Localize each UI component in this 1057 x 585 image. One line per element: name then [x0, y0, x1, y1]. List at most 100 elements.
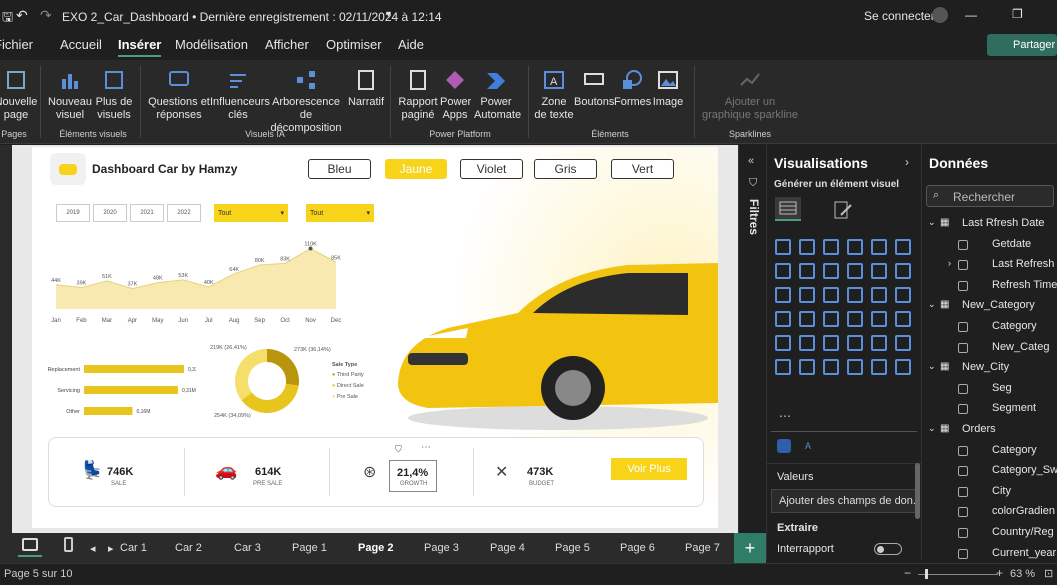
fit-page-icon[interactable]: ⊡: [1044, 567, 1053, 580]
color-button-violet[interactable]: Violet: [460, 159, 523, 179]
azure-map-visual-icon[interactable]: [823, 311, 839, 327]
card-visual-icon[interactable]: [871, 311, 887, 327]
page-tab-3[interactable]: Car 3: [234, 542, 261, 554]
more-visuals-button[interactable]: Plus de visuels: [92, 68, 136, 122]
filled-map-visual-icon[interactable]: [799, 311, 815, 327]
redo-icon[interactable]: ↷: [40, 7, 52, 24]
ribbon-visual-icon[interactable]: [847, 263, 863, 279]
key-influencers-visual-icon[interactable]: [895, 335, 911, 351]
buttons-button[interactable]: Boutons: [574, 68, 614, 109]
python-visual-icon[interactable]: [871, 335, 887, 351]
zoom-slider[interactable]: [918, 574, 998, 575]
line-stacked-visual-icon[interactable]: [799, 287, 815, 303]
line-column-visual-icon[interactable]: [775, 287, 791, 303]
scrollbar[interactable]: [915, 463, 920, 519]
chevron-right-icon[interactable]: ›: [905, 155, 909, 169]
100-bar-visual-icon[interactable]: [871, 239, 887, 255]
data-table[interactable]: Orders: [962, 423, 996, 435]
page-tab-9[interactable]: Page 6: [620, 542, 655, 554]
color-button-bleu[interactable]: Bleu: [308, 159, 371, 179]
data-field[interactable]: Current_year: [992, 547, 1056, 559]
narrative-button[interactable]: Narratif: [346, 68, 386, 109]
kpi-visual-icon[interactable]: [895, 311, 911, 327]
area-visual-icon[interactable]: [799, 263, 815, 279]
field-checkbox[interactable]: [958, 260, 968, 271]
gauge-visual-icon[interactable]: [847, 311, 863, 327]
expand-chevron-icon[interactable]: ›: [948, 258, 951, 268]
filter-icon[interactable]: ⛉: [395, 444, 402, 455]
color-button-jaune[interactable]: Jaune: [385, 159, 447, 179]
add-fields-well[interactable]: Ajouter des champs de don...: [771, 489, 917, 513]
data-field[interactable]: Category: [992, 444, 1037, 456]
restore-icon[interactable]: ❐: [1012, 7, 1023, 21]
zoom-in-icon[interactable]: +: [996, 566, 1003, 580]
more-options-icon[interactable]: ⋯: [421, 442, 431, 453]
clustered-column-visual-icon[interactable]: [847, 239, 863, 255]
data-search-box[interactable]: ⌕ Rechercher: [926, 185, 1054, 207]
field-checkbox[interactable]: [958, 322, 968, 332]
more-visuals-icon[interactable]: ⋯: [779, 409, 791, 423]
data-field[interactable]: Category_Sw: [992, 464, 1057, 476]
color-button-vert[interactable]: Vert: [611, 159, 674, 179]
paginated-report-button[interactable]: Rapport paginé: [396, 68, 440, 122]
field-checkbox[interactable]: [958, 528, 968, 538]
data-field[interactable]: City: [992, 485, 1011, 497]
decomposition-tree-button[interactable]: Arborescence de décomposition: [266, 68, 346, 135]
zoom-out-icon[interactable]: −: [904, 566, 911, 580]
qna-button[interactable]: Questions et réponses: [148, 68, 210, 122]
undo-icon[interactable]: ↶: [16, 7, 28, 24]
field-checkbox[interactable]: [958, 507, 968, 518]
minimize-icon[interactable]: —: [965, 8, 977, 22]
user-avatar-icon[interactable]: [932, 7, 948, 23]
treemap-visual-icon[interactable]: [895, 287, 911, 303]
year-slicer-2021[interactable]: 2021: [130, 204, 164, 222]
data-field[interactable]: New_Categ: [992, 341, 1049, 353]
field-checkbox[interactable]: [958, 466, 968, 477]
data-field[interactable]: Refresh Time: [992, 279, 1057, 291]
field-checkbox[interactable]: [958, 548, 968, 559]
data-table[interactable]: New_Category: [962, 299, 1035, 311]
table-visual-icon[interactable]: [799, 335, 815, 351]
map-visual-icon[interactable]: [775, 311, 791, 327]
field-checkbox[interactable]: [958, 486, 968, 497]
menu-modelisation[interactable]: Modélisation: [175, 37, 248, 52]
paginated-visual-icon[interactable]: [871, 359, 887, 375]
menu-optimiser[interactable]: Optimiser: [326, 37, 382, 52]
page-tab-6[interactable]: Page 3: [424, 542, 459, 554]
share-button[interactable]: Partager: [987, 34, 1057, 56]
waterfall-visual-icon[interactable]: [871, 263, 887, 279]
field-checkbox[interactable]: [958, 445, 968, 456]
data-field[interactable]: Segment: [992, 402, 1036, 414]
menu-aide[interactable]: Aide: [398, 37, 424, 52]
data-field[interactable]: Seg: [992, 382, 1012, 394]
page-tab-10[interactable]: Page 7: [685, 542, 720, 554]
funnel-visual-icon[interactable]: [895, 263, 911, 279]
page-tab-1[interactable]: Car 1: [120, 542, 147, 554]
power-automate-button[interactable]: Power Automate: [474, 68, 521, 122]
field-checkbox[interactable]: [958, 383, 968, 394]
year-slicer-2019[interactable]: 2019: [56, 204, 90, 222]
data-table[interactable]: New_City: [962, 361, 1009, 373]
new-visual-button[interactable]: Nouveau visuel: [48, 68, 92, 122]
add-sparkline-button[interactable]: Ajouter un graphique sparkline: [700, 68, 800, 122]
format-visual-tab[interactable]: [831, 199, 855, 221]
100-column-visual-icon[interactable]: [895, 239, 911, 255]
chevron-down-icon[interactable]: ▾: [386, 9, 391, 20]
stacked-column-visual-icon[interactable]: [799, 239, 815, 255]
field-checkbox[interactable]: [958, 280, 968, 291]
zoom-slider-thumb[interactable]: [925, 569, 928, 579]
field-checkbox[interactable]: [958, 404, 968, 415]
image-button[interactable]: Image: [650, 68, 686, 109]
page-tab-5[interactable]: Page 2: [358, 542, 393, 554]
clustered-bar-visual-icon[interactable]: [823, 239, 839, 255]
expand-chevron-icon[interactable]: ⌄: [928, 361, 936, 372]
voir-plus-button[interactable]: Voir Plus: [611, 458, 687, 480]
power-apps-button[interactable]: Power Apps: [440, 68, 471, 122]
growth-visual-selected[interactable]: 21,4% GROWTH: [389, 460, 437, 492]
data-field[interactable]: Country/Reg: [992, 526, 1054, 538]
year-slicer-2020[interactable]: 2020: [93, 204, 127, 222]
build-visual-tab[interactable]: [775, 197, 801, 221]
matrix-visual-icon[interactable]: [823, 335, 839, 351]
menu-fichier[interactable]: Fichier: [0, 37, 33, 52]
data-field[interactable]: Getdate: [992, 238, 1031, 250]
